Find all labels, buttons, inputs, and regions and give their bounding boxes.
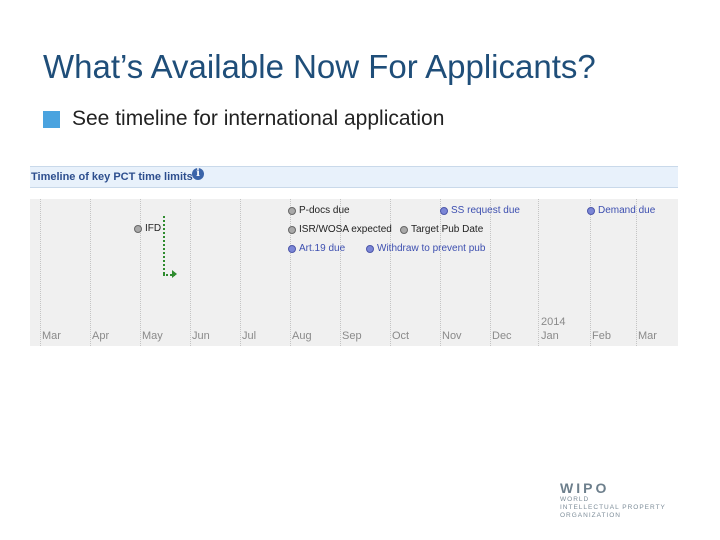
month-gridline: [190, 199, 191, 346]
wipo-logo: WIPO WORLD INTELLECTUAL PROPERTY ORGANIZ…: [560, 480, 666, 520]
event-marker-icon: [587, 206, 595, 215]
month-gridline: [90, 199, 91, 346]
logo-line: INTELLECTUAL PROPERTY: [560, 504, 666, 511]
month-label: Feb: [592, 330, 611, 342]
event-label: P-docs due: [299, 205, 350, 216]
month-label: Mar: [638, 330, 657, 342]
month-gridline: [140, 199, 141, 346]
year-label: 2014: [541, 316, 566, 328]
month-gridline: [590, 199, 591, 346]
month-label: Dec: [492, 330, 512, 342]
month-label: Oct: [392, 330, 410, 342]
month-gridline: [538, 199, 539, 346]
ifd-connector-line: [163, 216, 165, 274]
event-label: Art.19 due: [299, 243, 346, 254]
timeline-event[interactable]: Target Pub Date: [400, 224, 483, 235]
event-marker-icon: [134, 224, 142, 233]
month-label: Nov: [442, 330, 462, 342]
event-marker-icon: [288, 206, 296, 215]
event-label: SS request due: [451, 205, 520, 216]
event-marker-icon: [288, 244, 296, 253]
logo-name: WIPO: [560, 480, 610, 496]
month-label: May: [142, 330, 163, 342]
month-gridline: [340, 199, 341, 346]
month-label: Jun: [192, 330, 210, 342]
month-label: Jan: [541, 330, 559, 342]
month-label: Sep: [342, 330, 362, 342]
month-label: Aug: [292, 330, 312, 342]
event-label: Withdraw to prevent pub: [377, 243, 486, 254]
logo-line: WORLD: [560, 496, 590, 503]
month-gridline: [290, 199, 291, 346]
timeline-header: Timeline of key PCT time limits i: [30, 166, 678, 188]
timeline-event[interactable]: P-docs due: [288, 205, 350, 216]
month-gridline: [636, 199, 637, 346]
timeline-event[interactable]: Art.19 due: [288, 243, 345, 254]
bullet-square-icon: [43, 110, 60, 128]
info-icon[interactable]: i: [192, 168, 204, 180]
event-marker-icon: [366, 244, 374, 253]
bullet-item: See timeline for international applicati…: [43, 107, 444, 131]
month-label: Apr: [92, 330, 110, 342]
month-gridline: [440, 199, 441, 346]
bullet-text: See timeline for international applicati…: [72, 107, 445, 130]
event-label: ISR/WOSA expected: [299, 224, 392, 235]
timeline-chart: Mar Apr May Jun Jul Aug Sep Oct Nov Dec …: [30, 199, 678, 346]
event-label: Target Pub Date: [411, 224, 484, 235]
timeline-event[interactable]: Demand due: [587, 205, 655, 216]
month-label: Jul: [242, 330, 257, 342]
logo-line: ORGANIZATION: [560, 512, 621, 519]
timeline-event[interactable]: IFD: [134, 223, 161, 234]
timeline-event[interactable]: Withdraw to prevent pub: [366, 243, 485, 254]
month-gridline: [490, 199, 491, 346]
slide-title: What’s Available Now For Applicants?: [43, 48, 596, 85]
month-gridline: [40, 199, 41, 346]
timeline-event[interactable]: SS request due: [440, 205, 520, 216]
timeline-event[interactable]: ISR/WOSA expected: [288, 224, 392, 235]
timeline-title: Timeline of key PCT time limits: [31, 171, 193, 183]
month-gridline: [240, 199, 241, 346]
arrow-right-icon: [172, 270, 177, 278]
event-marker-icon: [400, 225, 408, 234]
month-gridline: [390, 199, 391, 346]
month-label: Mar: [42, 330, 61, 342]
event-label: IFD: [145, 223, 162, 234]
event-label: Demand due: [598, 205, 656, 216]
event-marker-icon: [288, 225, 296, 234]
event-marker-icon: [440, 206, 448, 215]
